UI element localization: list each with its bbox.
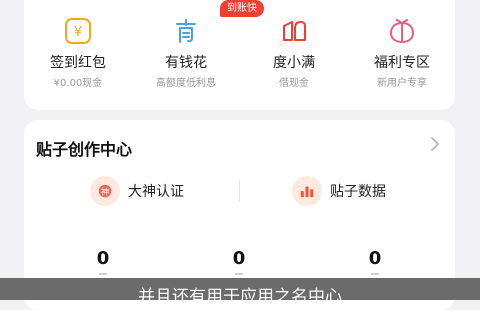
services-card: ¥ 签到红包 ¥0.00现金 有钱花 高额度低利息 度小满 借现金 福利专区 新… bbox=[24, 0, 455, 110]
stat-item[interactable]: 0 bbox=[355, 248, 395, 275]
stat-dash bbox=[371, 273, 379, 275]
toast-message: 并且还有用于应用之名中心 bbox=[0, 278, 480, 300]
expert-certification-button[interactable]: 神 大神认证 bbox=[90, 174, 184, 208]
shortcut-label: 度小满 bbox=[273, 55, 315, 71]
shortcut-subtitle: 借现金 bbox=[279, 78, 309, 89]
stat-item[interactable]: 0 bbox=[219, 248, 259, 275]
stat-value: 0 bbox=[96, 248, 110, 269]
coin-icon: ¥ bbox=[63, 16, 93, 46]
shortcut-label: 福利专区 bbox=[374, 55, 430, 71]
shortcut-label: 签到红包 bbox=[50, 55, 106, 71]
divider bbox=[239, 180, 240, 202]
post-data-button[interactable]: 贴子数据 bbox=[292, 174, 386, 208]
shortcut-subtitle: 高额度低利息 bbox=[156, 78, 216, 89]
stat-value: 0 bbox=[368, 248, 382, 269]
youqianhua-logo-icon bbox=[171, 16, 201, 46]
certification-label: 大神认证 bbox=[128, 184, 184, 200]
bar-chart-icon bbox=[292, 176, 322, 206]
gift-icon bbox=[387, 16, 417, 46]
shortcut-label: 有钱花 bbox=[165, 55, 207, 71]
stat-value: 0 bbox=[232, 248, 246, 269]
stat-item[interactable]: 0 bbox=[83, 248, 123, 275]
shortcut-sign-in-red-packet[interactable]: ¥ 签到红包 ¥0.00现金 bbox=[24, 0, 132, 110]
chevron-right-icon[interactable] bbox=[429, 136, 441, 152]
shortcut-subtitle: 新用户专享 bbox=[377, 78, 427, 89]
section-title: 贴子创作中心 bbox=[36, 140, 133, 159]
post-data-label: 贴子数据 bbox=[330, 184, 386, 200]
badge-icon: 神 bbox=[90, 176, 120, 206]
duxiaoman-logo-icon bbox=[279, 16, 309, 46]
svg-text:¥: ¥ bbox=[74, 25, 82, 40]
stat-dash bbox=[99, 273, 107, 275]
fast-arrival-badge: 到账快 bbox=[220, 0, 264, 17]
shortcut-subtitle: ¥0.00现金 bbox=[53, 78, 103, 89]
shortcut-welfare-zone[interactable]: 福利专区 新用户专享 bbox=[348, 0, 456, 110]
stat-dash bbox=[235, 273, 243, 275]
svg-text:神: 神 bbox=[101, 187, 109, 197]
